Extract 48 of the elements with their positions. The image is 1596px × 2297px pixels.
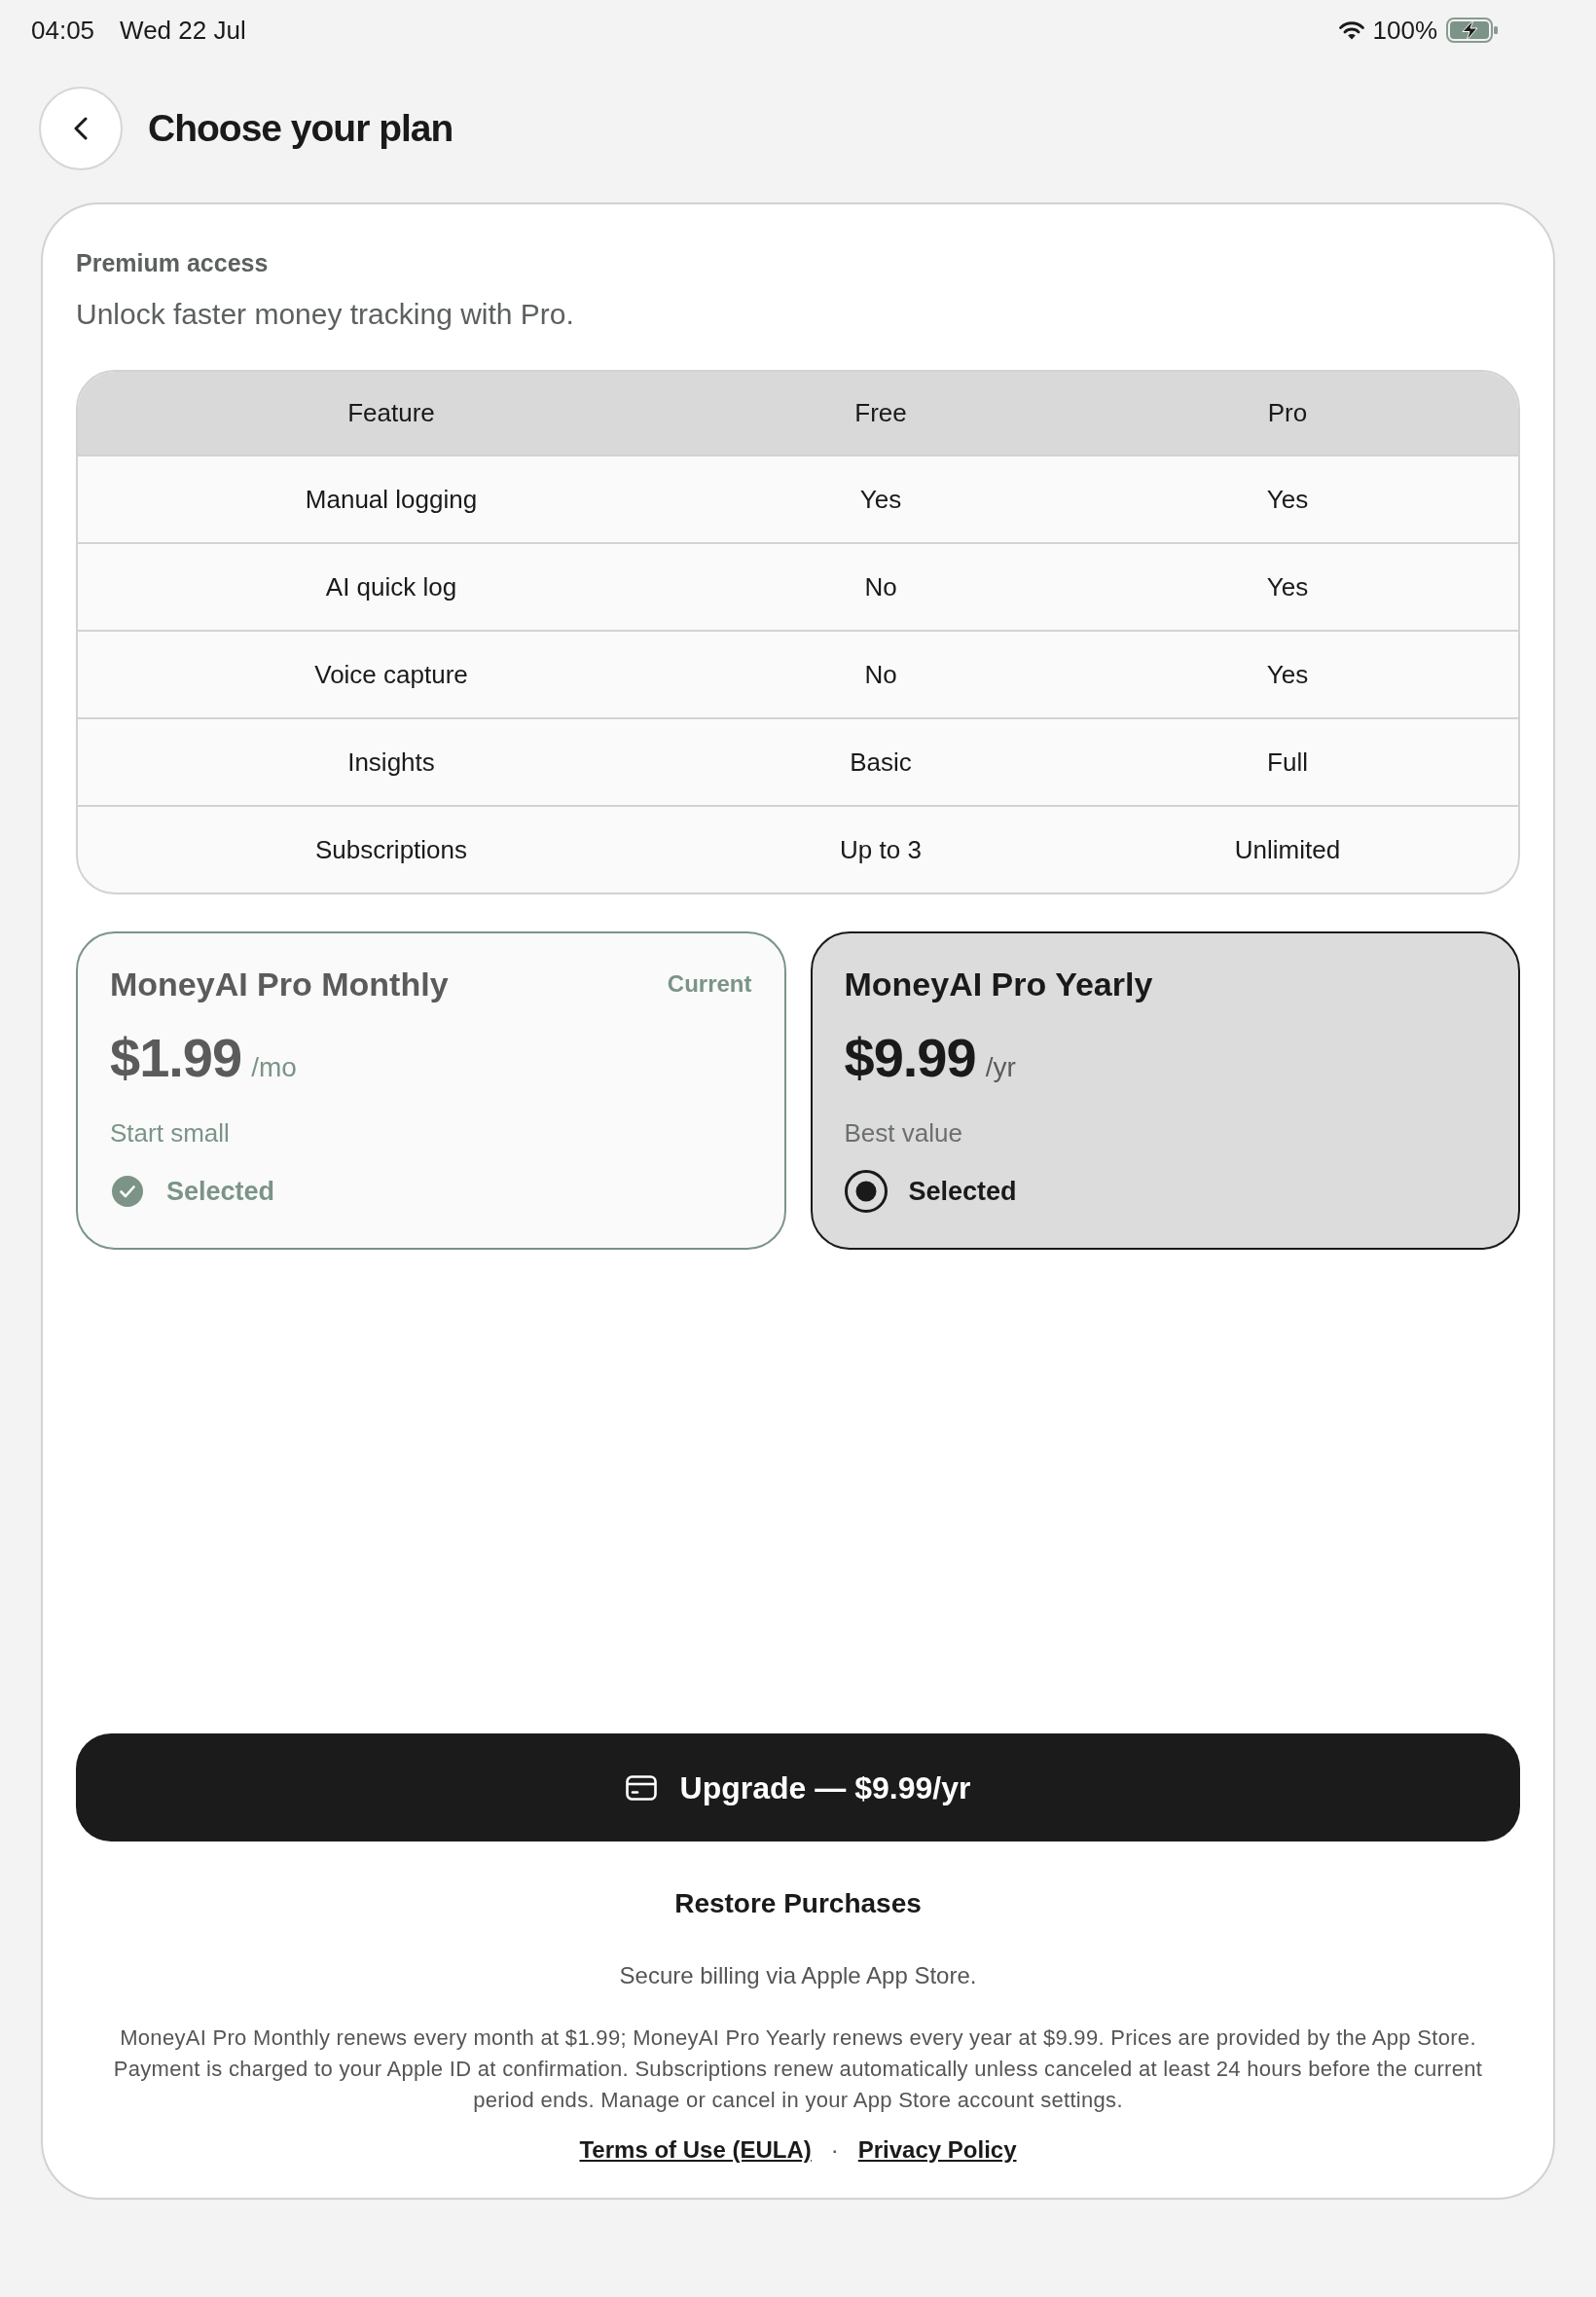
plan-tagline: Best value [844,1117,962,1148]
link-separator: · [830,2135,839,2165]
battery-percentage: 100% [1372,14,1437,47]
wifi-icon [1338,20,1364,40]
current-plan-label: Current [667,969,752,999]
table-cell-text: Insights [347,746,435,779]
plan-card[interactable]: MoneyAI Pro Monthly Current $1.99 /mo Start small Selected [76,931,786,1250]
status-time: 04:05 [31,14,95,47]
plan-price: $9.99 [844,1028,976,1088]
column-header: Pro [1267,397,1308,429]
credit-card-icon [625,1774,657,1801]
table-cell-text: Yes [859,483,902,516]
column-header: Free [854,397,907,429]
table-cell-text: Basic [850,746,912,779]
table-cell-text: Yes [1266,483,1309,516]
plan-name: MoneyAI Pro Monthly [110,964,449,1004]
chevron-left-icon [74,117,88,140]
status-date: Wed 22 Jul [120,14,246,47]
selection-status: Selected [166,1175,275,1208]
section-eyebrow: Premium access [76,248,270,277]
section-headline: Unlock faster money tracking with Pro. [76,297,575,332]
plan-price: $1.99 [110,1028,242,1088]
billing-note: Secure billing via Apple App Store. [619,1961,977,1990]
billing-period: /mo [251,1051,297,1084]
battery-charging-icon [1446,18,1499,43]
selection-status: Selected [908,1175,1017,1208]
footer-link[interactable]: Terms of Use (EULA) [579,2135,812,2165]
table-cell-text: Manual logging [305,483,478,516]
plan-name: MoneyAI Pro Yearly [844,964,1153,1004]
table-cell-text: Voice capture [314,658,468,691]
billing-period: /yr [985,1051,1016,1084]
plan-card[interactable]: MoneyAI Pro Yearly $9.99 /yr Best value Selected [810,931,1520,1250]
plan-tagline: Start small [110,1117,230,1148]
table-cell-text: Subscriptions [314,833,468,866]
footer-link[interactable]: Privacy Policy [857,2135,1017,2165]
table-cell-text: Unlimited [1234,833,1341,866]
table-cell-text: No [864,570,897,603]
column-header: Feature [347,397,435,429]
table-cell-text: Full [1267,746,1308,779]
restore-purchases-button[interactable]: Restore Purchases [674,1887,922,1920]
table-cell-text: Yes [1266,570,1309,603]
table-cell-text: No [864,658,897,691]
upgrade-button[interactable]: Upgrade — $9.99/yr [76,1733,1520,1841]
page-title: Choose your plan [148,105,453,151]
table-cell-text: Up to 3 [840,833,922,866]
table-cell-text: Yes [1266,658,1309,691]
legal-text: MoneyAI Pro Monthly renews every month at $1.99; MoneyAI Pro Yearly renews every year at $9.99. Prices are provided by the App Store. Payment is charged to your Apple ID at confirmation. Subscriptions renew automatically unless canceled at least 24 hours before the current period ends. Manage or cancel in your App Store account settings. [112,2024,1484,2114]
table-cell-text: AI quick log [325,570,457,603]
